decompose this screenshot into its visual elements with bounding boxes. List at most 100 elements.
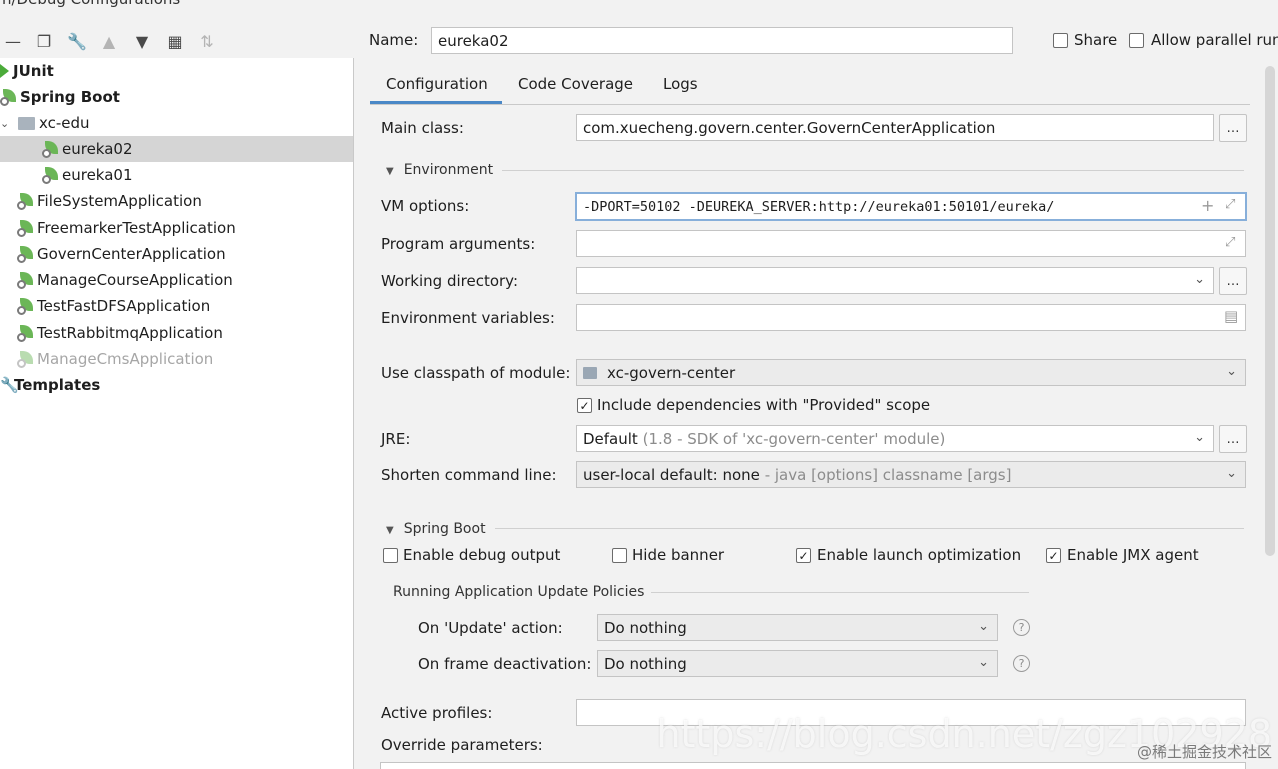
tab-logs[interactable]: Logs — [663, 75, 698, 93]
spring-boot-icon — [42, 166, 60, 184]
tree-node-freemarker-app[interactable]: FreemarkerTestApplication — [0, 215, 353, 241]
tree-node-eureka01[interactable]: eureka01 — [0, 162, 353, 188]
window-title-bar: n/Debug Configurations — [0, 0, 1278, 16]
allow-parallel-run-label: Allow parallel run — [1151, 31, 1278, 49]
chevron-down-icon[interactable]: ⌄ — [1194, 430, 1205, 445]
junit-icon — [0, 64, 9, 78]
expand-icon[interactable]: ⤢ — [1225, 197, 1235, 212]
spring-boot-icon — [17, 219, 35, 237]
on-update-action-combo[interactable]: Do nothing ⌄ — [597, 614, 998, 641]
chevron-down-icon[interactable]: ⌄ — [978, 655, 989, 670]
tree-node-label: Templates — [14, 376, 101, 394]
environment-variables-input[interactable] — [576, 304, 1246, 331]
arrow-up-icon[interactable]: ▲ — [98, 30, 120, 52]
share-checkbox[interactable] — [1053, 33, 1068, 48]
spring-boot-icon — [17, 245, 35, 263]
chevron-down-icon[interactable]: ⌄ — [0, 117, 10, 130]
update-policies-section-line — [651, 592, 1029, 593]
jre-label: JRE: — [381, 430, 411, 448]
tree-node-label: FileSystemApplication — [37, 192, 202, 210]
on-frame-deactivation-combo[interactable]: Do nothing ⌄ — [597, 650, 998, 677]
window-title: n/Debug Configurations — [2, 0, 180, 8]
main-class-label: Main class: — [381, 119, 464, 137]
configuration-tree: JUnit Spring Boot ⌄ xc-edu eureka02 eure… — [0, 58, 354, 769]
spring-boot-icon — [17, 324, 35, 342]
jre-browse-button[interactable]: … — [1219, 425, 1247, 453]
add-icon[interactable]: + — [1201, 196, 1214, 215]
tree-node-templates[interactable]: 🔧 Templates — [0, 372, 353, 398]
arrow-down-icon[interactable]: ▼ — [131, 30, 153, 52]
enable-jmx-agent-checkbox[interactable]: ✓ — [1046, 548, 1061, 563]
chevron-down-icon[interactable]: ⌄ — [1226, 364, 1237, 379]
expand-icon[interactable]: ⤢ — [1225, 235, 1235, 250]
tree-node-govern-center-app[interactable]: GovernCenterApplication — [0, 241, 353, 267]
help-icon[interactable]: ? — [1013, 655, 1030, 672]
classpath-module-label: Use classpath of module: — [381, 364, 571, 382]
folder-add-icon[interactable]: ▦ — [164, 30, 186, 52]
tree-node-spring-boot[interactable]: Spring Boot — [0, 84, 353, 110]
document-icon[interactable]: ▤ — [1224, 307, 1238, 325]
folder-icon — [18, 116, 35, 130]
program-arguments-input[interactable] — [576, 230, 1246, 257]
watermark-community: @稀土掘金技术社区 — [1136, 743, 1272, 761]
include-dependencies-checkbox[interactable]: ✓ — [577, 398, 592, 413]
update-policies-section-title: Running Application Update Policies — [393, 584, 645, 600]
sort-icon[interactable]: ⇅ — [196, 30, 218, 52]
tab-code-coverage[interactable]: Code Coverage — [518, 75, 633, 93]
allow-parallel-run-checkbox[interactable] — [1129, 33, 1144, 48]
tree-node-xc-edu-folder[interactable]: ⌄ xc-edu — [0, 110, 353, 136]
program-arguments-label: Program arguments: — [381, 235, 536, 253]
vertical-scrollbar[interactable] — [1265, 66, 1275, 556]
tree-node-label: FreemarkerTestApplication — [37, 219, 236, 237]
wrench-icon[interactable]: 🔧 — [66, 30, 88, 52]
jre-value: Default — [583, 429, 638, 448]
chevron-down-icon[interactable]: ⌄ — [1226, 466, 1237, 481]
enable-launch-optimization-label: Enable launch optimization — [817, 546, 1022, 564]
tree-node-label: Spring Boot — [20, 88, 120, 106]
environment-section-line — [502, 170, 1244, 171]
tree-node-label: JUnit — [13, 62, 54, 80]
tree-node-manage-cms-app[interactable]: ManageCmsApplication — [0, 346, 353, 372]
override-parameters-table[interactable] — [380, 762, 1246, 769]
tree-node-eureka02[interactable]: eureka02 — [0, 136, 353, 162]
tree-node-test-rabbitmq-app[interactable]: TestRabbitmqApplication — [0, 320, 353, 346]
on-update-action-value: Do nothing — [604, 618, 687, 637]
tree-node-junit[interactable]: JUnit — [0, 58, 353, 84]
enable-launch-optimization-checkbox[interactable]: ✓ — [796, 548, 811, 563]
hide-banner-checkbox[interactable] — [612, 548, 627, 563]
name-input-value: eureka02 — [438, 31, 509, 50]
working-directory-combo[interactable]: ⌄ — [576, 267, 1214, 294]
tree-node-manage-course-app[interactable]: ManageCourseApplication — [0, 267, 353, 293]
copy-icon[interactable]: ❐ — [33, 30, 55, 52]
chevron-down-icon[interactable]: ⌄ — [1194, 272, 1205, 287]
main-class-value: com.xuecheng.govern.center.GovernCenterA… — [583, 118, 996, 137]
include-dependencies-label: Include dependencies with "Provided" sco… — [597, 396, 931, 414]
shorten-command-line-combo[interactable]: user-local default: none - java [options… — [576, 461, 1246, 488]
environment-section-header[interactable]: ▼ Environment — [386, 162, 493, 178]
tree-node-label: ManageCmsApplication — [37, 350, 214, 368]
tree-node-test-fastdfs-app[interactable]: TestFastDFSApplication — [0, 293, 353, 319]
minus-icon[interactable]: — — [2, 30, 24, 52]
main-class-input[interactable]: com.xuecheng.govern.center.GovernCenterA… — [576, 114, 1214, 141]
working-directory-browse-button[interactable]: … — [1219, 267, 1247, 295]
shorten-command-line-value: user-local default: none — [583, 465, 760, 484]
chevron-down-icon[interactable]: ⌄ — [978, 619, 989, 634]
override-parameters-label: Override parameters: — [381, 736, 543, 754]
spring-boot-section-title: Spring Boot — [403, 521, 486, 537]
enable-debug-output-checkbox[interactable] — [383, 548, 398, 563]
on-frame-deactivation-value: Do nothing — [604, 654, 687, 673]
tree-node-label: TestRabbitmqApplication — [37, 324, 223, 342]
name-label: Name: — [369, 31, 419, 49]
hide-banner-label: Hide banner — [632, 546, 725, 564]
tree-node-label: eureka01 — [62, 166, 133, 184]
tab-configuration[interactable]: Configuration — [386, 75, 488, 93]
spring-boot-section-header[interactable]: ▼ Spring Boot — [386, 521, 486, 537]
main-class-browse-button[interactable]: … — [1219, 114, 1247, 142]
tree-node-label: ManageCourseApplication — [37, 271, 233, 289]
tree-node-filesystem-app[interactable]: FileSystemApplication — [0, 188, 353, 214]
jre-combo[interactable]: Default (1.8 - SDK of 'xc-govern-center'… — [576, 425, 1214, 452]
help-icon[interactable]: ? — [1013, 619, 1030, 636]
name-input[interactable]: eureka02 — [431, 27, 1013, 54]
vm-options-input[interactable]: -DPORT=50102 -DEUREKA_SERVER:http://eure… — [575, 192, 1247, 221]
classpath-module-combo[interactable]: xc-govern-center ⌄ — [576, 359, 1246, 386]
